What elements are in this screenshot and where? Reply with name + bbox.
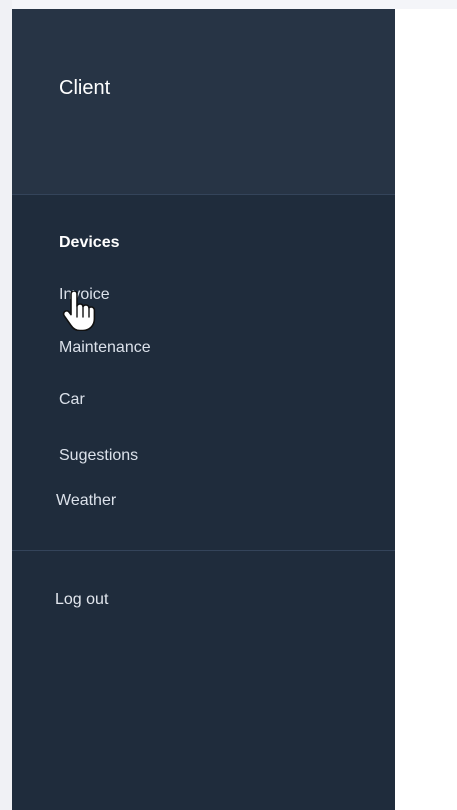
- sidebar-header: Client: [12, 9, 395, 195]
- logout-button[interactable]: Log out: [55, 590, 108, 610]
- app-window: Client Devices Invoice Maintenance Car S…: [0, 0, 457, 810]
- nav-item-invoice[interactable]: Invoice: [59, 285, 110, 305]
- nav-item-maintenance[interactable]: Maintenance: [59, 338, 151, 358]
- nav-item-weather[interactable]: Weather: [56, 491, 116, 511]
- sidebar-divider: [12, 550, 395, 551]
- nav-item-devices[interactable]: Devices: [59, 233, 120, 253]
- top-strip: [0, 0, 457, 9]
- sidebar: Client Devices Invoice Maintenance Car S…: [12, 9, 395, 810]
- nav-item-suggestions[interactable]: Sugestions: [59, 446, 138, 466]
- client-title: Client: [59, 77, 111, 99]
- nav-item-car[interactable]: Car: [59, 390, 85, 410]
- left-edge: [0, 0, 12, 810]
